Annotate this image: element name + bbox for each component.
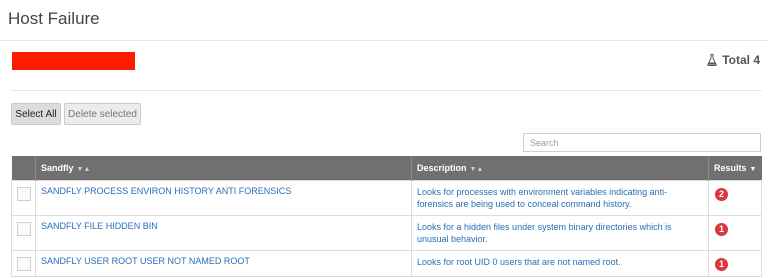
results-badge: 1: [715, 222, 728, 236]
row-checkbox[interactable]: [17, 221, 31, 236]
total-label: Total 4: [722, 53, 760, 67]
results-header-label: Results: [714, 162, 747, 173]
divider: [0, 40, 768, 41]
sort-icon: ▼▲: [76, 165, 91, 173]
divider: [10, 90, 762, 91]
results-column-header[interactable]: Results ▼: [708, 156, 762, 180]
results-badge: 2: [715, 187, 728, 201]
row-checkbox[interactable]: [17, 256, 31, 271]
table-row: SANDFLY FILE HIDDEN BIN Looks for a hidd…: [11, 214, 762, 251]
description-link[interactable]: Looks for processes with environment var…: [417, 187, 667, 209]
description-link[interactable]: Looks for a hidden files under system bi…: [417, 222, 672, 244]
page-title: Host Failure: [8, 9, 100, 28]
sandfly-link[interactable]: SANDFLY FILE HIDDEN BIN: [41, 221, 158, 231]
description-header-label: Description: [417, 162, 467, 173]
flask-icon: [707, 54, 717, 66]
sandfly-link[interactable]: SANDFLY USER ROOT USER NOT NAMED ROOT: [41, 256, 250, 266]
table-header-row: Sandfly ▼▲ Description ▼▲ Results ▼: [11, 156, 762, 180]
sort-icon: ▼▲: [469, 165, 484, 173]
delete-selected-button[interactable]: Delete selected: [64, 103, 141, 125]
redacted-hostname: [12, 52, 135, 70]
table-row: SANDFLY PROCESS ENVIRON HISTORY ANTI FOR…: [11, 179, 762, 216]
select-all-button[interactable]: Select All: [11, 103, 61, 125]
row-checkbox[interactable]: [17, 186, 31, 201]
table-row: SANDFLY USER ROOT USER NOT NAMED ROOT Lo…: [11, 249, 762, 277]
total-count: Total 4: [707, 53, 760, 67]
sandfly-link[interactable]: SANDFLY PROCESS ENVIRON HISTORY ANTI FOR…: [41, 186, 291, 196]
description-column-header[interactable]: Description ▼▲: [411, 156, 709, 180]
sort-desc-icon: ▼: [749, 165, 757, 173]
sandfly-column-header[interactable]: Sandfly ▼▲: [35, 156, 412, 180]
results-badge: 1: [715, 257, 728, 271]
results-table: Sandfly ▼▲ Description ▼▲ Results ▼ SANDFLY…: [11, 156, 762, 277]
description-link[interactable]: Looks for root UID 0 users that are not …: [417, 257, 621, 267]
sandfly-header-label: Sandfly: [41, 162, 74, 173]
search-input[interactable]: [523, 133, 761, 152]
select-column-header: [11, 156, 36, 180]
